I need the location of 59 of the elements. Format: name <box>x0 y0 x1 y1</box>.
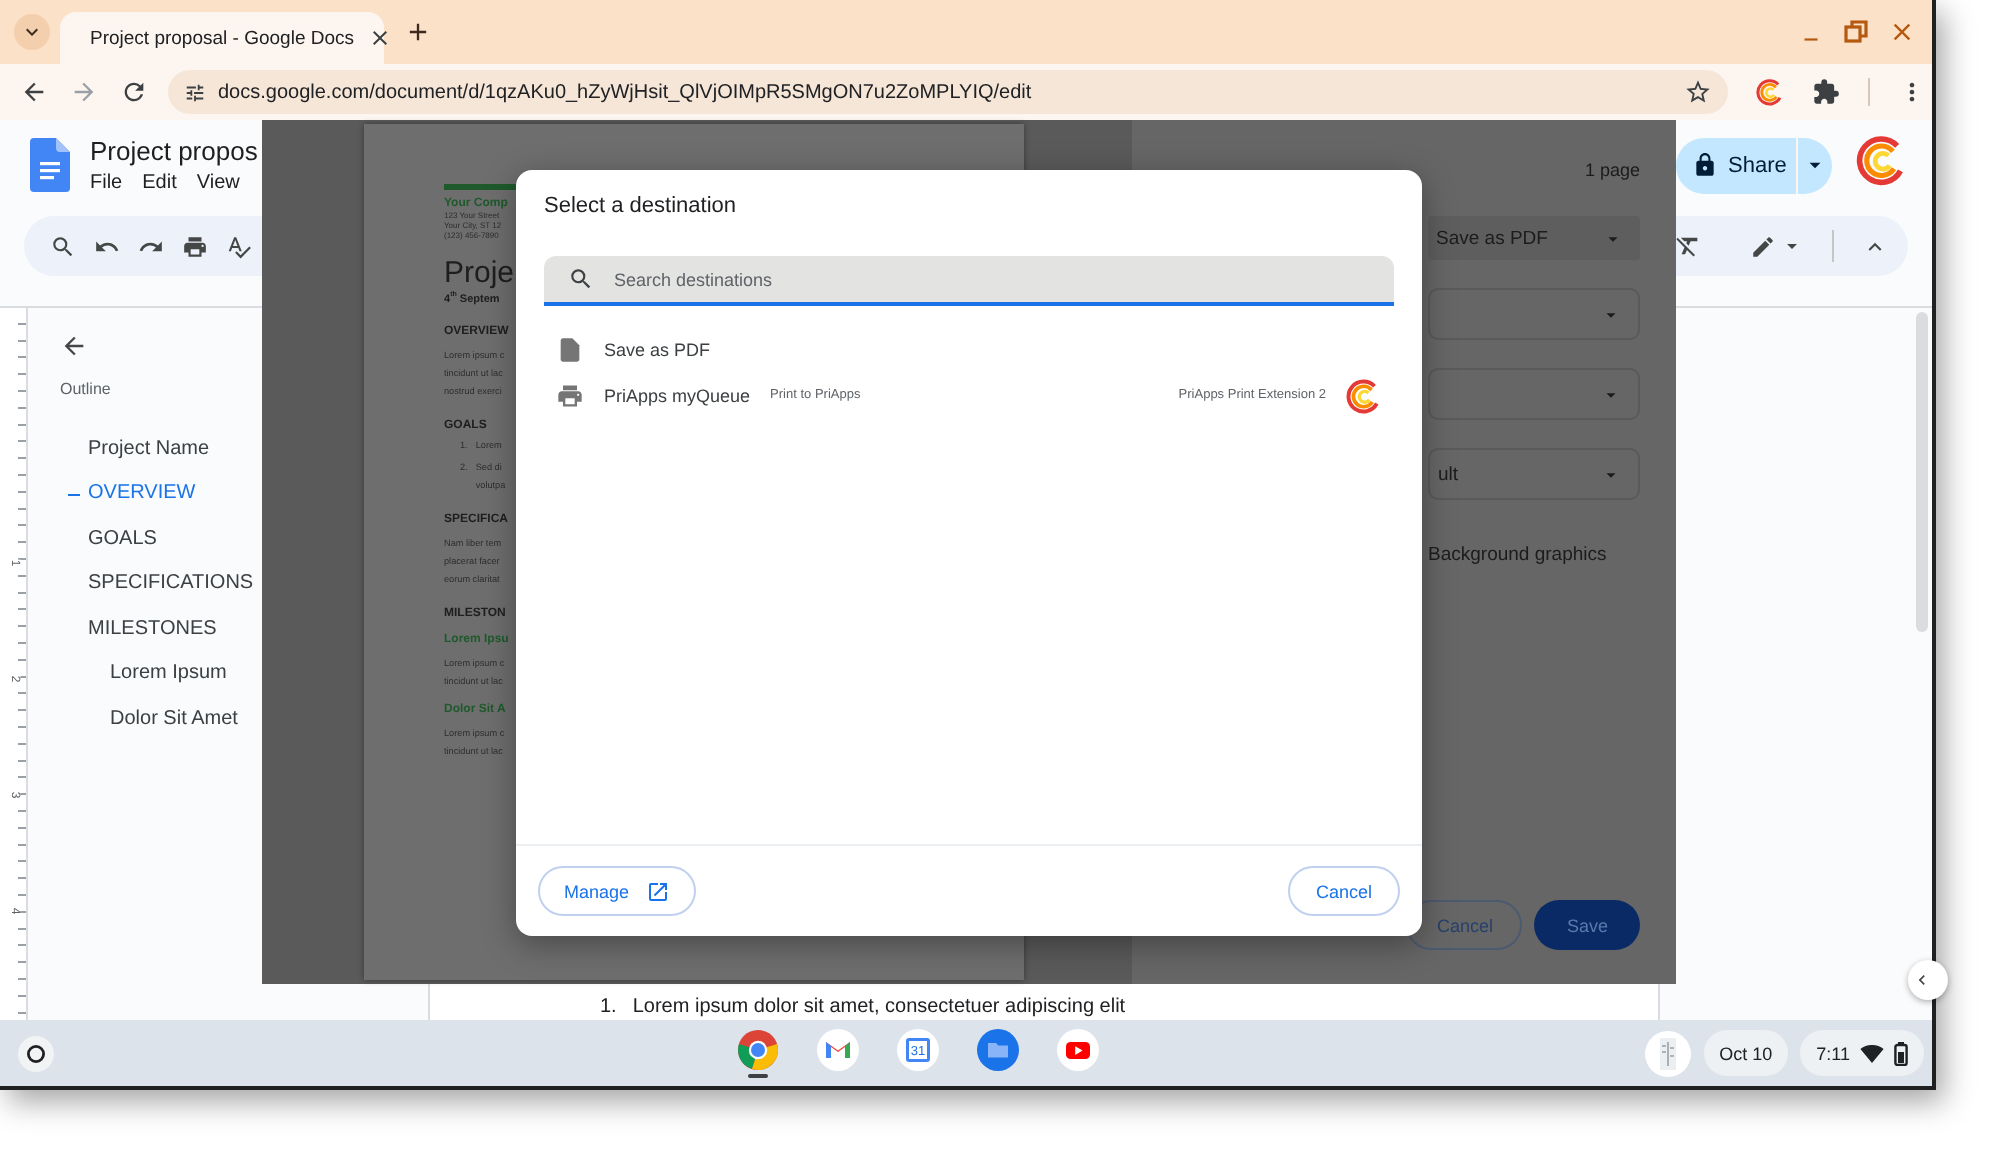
manage-button[interactable]: Manage <box>538 866 696 916</box>
list-text: Lorem ipsum dolor sit amet, consectetuer adipiscing elit <box>632 994 1126 1020</box>
scrollbar[interactable] <box>1916 312 1928 632</box>
tab-list-button[interactable] <box>14 14 50 50</box>
menu-item[interactable]: View <box>196 172 240 194</box>
gmail-app-icon[interactable] <box>816 1027 861 1071</box>
youtube-app-icon[interactable] <box>1056 1027 1101 1071</box>
cancel-button[interactable]: Cancel <box>1287 866 1400 916</box>
menu-item[interactable]: Edit <box>142 172 177 194</box>
swirl-logo-icon <box>1346 377 1382 413</box>
back-icon[interactable] <box>60 332 88 360</box>
side-panel-toggle[interactable] <box>1908 960 1948 1000</box>
launcher-icon <box>26 1043 46 1063</box>
chrome-app-icon[interactable] <box>736 1027 781 1071</box>
wifi-icon <box>1860 1041 1884 1065</box>
document-icon <box>30 138 70 192</box>
preview-title: Proje <box>444 256 515 290</box>
document-title[interactable]: Project propos <box>90 136 258 166</box>
search-input[interactable]: Search destinations <box>610 267 1394 291</box>
back-icon[interactable] <box>20 78 48 106</box>
printer-icon <box>556 381 584 409</box>
outline-heading: Outline <box>60 380 113 398</box>
swirl-logo-icon <box>1856 134 1908 186</box>
tab-title: Project proposal - Google Docs <box>90 27 355 49</box>
date-display[interactable]: Oct 10 <box>1703 1030 1789 1076</box>
page-count: 1 page <box>1584 160 1640 180</box>
bookmark-star-icon[interactable] <box>1684 78 1712 106</box>
open-in-new-icon <box>645 879 670 903</box>
pencil-icon[interactable] <box>1750 233 1776 259</box>
lock-icon <box>1692 152 1718 178</box>
restore-icon[interactable] <box>1844 20 1868 44</box>
print-icon[interactable] <box>182 233 208 259</box>
search-icon[interactable] <box>50 233 76 259</box>
close-window-icon[interactable] <box>1888 18 1916 46</box>
share-button[interactable]: Share <box>1676 137 1832 193</box>
search-field[interactable]: Search destinations <box>544 256 1394 306</box>
new-tab-icon[interactable] <box>404 18 432 46</box>
browser-tab[interactable]: Project proposal - Google Docs <box>60 12 384 64</box>
dialog-title: Select a destination <box>542 192 739 218</box>
list-number: 1. <box>600 994 617 1020</box>
reload-icon[interactable] <box>120 78 148 106</box>
preview-rule <box>444 184 516 190</box>
destination-item[interactable]: Save as PDF <box>516 326 1422 372</box>
clock: 7:11 <box>1816 1043 1850 1063</box>
address-bar[interactable]: docs.google.com/document/d/1qzAKu0_hZyWjHsit_QlVjOIMpR5SMgON7u2ZoMPLYIQ/edit <box>168 70 1728 114</box>
extensions-icon[interactable] <box>1812 78 1840 106</box>
launcher-button[interactable] <box>18 1035 54 1071</box>
file-icon <box>556 335 584 363</box>
menu-item[interactable]: File <box>90 172 123 194</box>
option-label: Background graphics <box>1428 544 1609 566</box>
search-icon <box>568 266 594 292</box>
battery-icon <box>1894 1041 1908 1065</box>
site-settings-icon[interactable] <box>184 81 206 103</box>
swirl-logo-icon <box>1756 78 1784 106</box>
clear-formatting-icon[interactable] <box>1674 232 1702 260</box>
status-tray[interactable]: 7:11 <box>1800 1030 1924 1076</box>
close-icon[interactable] <box>368 26 393 50</box>
files-app-icon[interactable] <box>976 1027 1021 1071</box>
spellcheck-icon[interactable] <box>226 233 252 259</box>
